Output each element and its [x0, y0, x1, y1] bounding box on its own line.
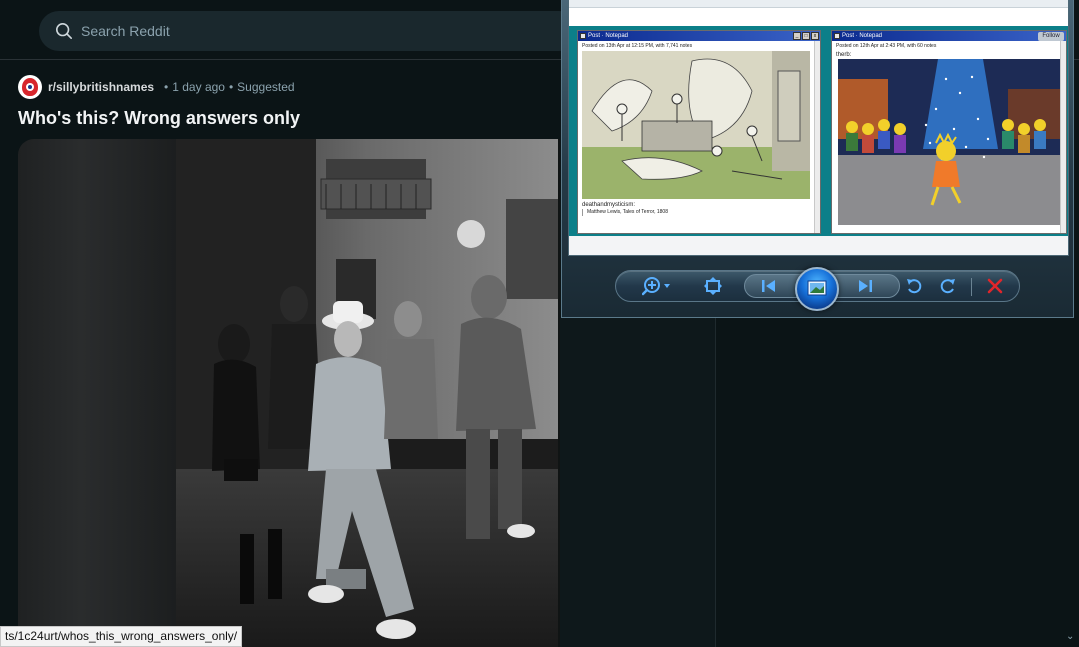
notepad-window-left: Post · Notepad _ □ x Posted on 13th Apr …	[577, 30, 821, 234]
search-bar[interactable]	[39, 11, 579, 51]
search-icon	[55, 22, 73, 40]
rotate-counterclockwise-icon	[907, 279, 922, 294]
notepad-screenshot: Post · Notepad _ □ x Posted on 13th Apr …	[569, 26, 1068, 236]
scroll-down-icon[interactable]: ⌄	[1066, 632, 1076, 642]
post-title[interactable]: Who's this? Wrong answers only	[18, 108, 300, 129]
simpsons-illustration	[838, 59, 1060, 225]
rotate-clockwise-icon	[940, 279, 955, 294]
post-media[interactable]	[18, 139, 560, 647]
close-icon: x	[811, 32, 819, 40]
zoom-icon	[642, 277, 670, 296]
notepad-title-left: Post · Notepad	[588, 33, 629, 39]
viewer-bottom-strip	[569, 236, 1068, 255]
post-image[interactable]	[176, 139, 558, 647]
notepad-icon	[580, 33, 586, 39]
notepad-titlebar-right: Post · Notepad Follow	[832, 31, 1066, 41]
skeletons-illustration	[582, 51, 810, 199]
status-bar-url: ts/1c24urt/whos_this_wrong_answers_only/	[0, 626, 243, 647]
media-blur-background	[18, 139, 176, 647]
next-button[interactable]	[850, 271, 880, 301]
post-meta: r/sillybritishnames • 1 day ago • Sugges…	[18, 75, 295, 99]
notepad-scrollbar-right	[1060, 41, 1066, 233]
follow-button: Follow	[1038, 32, 1064, 41]
minimize-icon: _	[793, 32, 801, 40]
toolbar-divider	[971, 278, 972, 296]
notepad-icon	[834, 33, 840, 39]
viewer-image-area[interactable]: Post · Notepad _ □ x Posted on 13th Apr …	[568, 0, 1069, 256]
previous-button[interactable]	[754, 271, 784, 301]
delete-button[interactable]	[980, 271, 1010, 301]
window-controls: _ □ x	[793, 32, 819, 40]
rotate-counterclockwise-button[interactable]	[900, 271, 928, 301]
post-caption-left: Matthew Lewis, Tales of Terror, 1808	[582, 209, 820, 216]
separator-dot: •	[164, 80, 169, 94]
delete-icon	[987, 278, 1003, 294]
maximize-icon: □	[802, 32, 810, 40]
separator-dot: •	[228, 80, 234, 94]
subreddit-avatar[interactable]	[18, 75, 42, 99]
previous-icon	[762, 280, 775, 292]
photo-viewer-window: Post · Notepad _ □ x Posted on 13th Apr …	[561, 0, 1074, 318]
post-date-left: Posted on 13th Apr at 12:15 PM, with 7,7…	[582, 43, 693, 49]
screen: r/sillybritishnames • 1 day ago • Sugges…	[0, 0, 1079, 647]
viewer-toolbar	[615, 267, 1020, 311]
notepad-titlebar-left: Post · Notepad _ □ x	[578, 31, 820, 41]
slideshow-icon	[807, 280, 827, 296]
subreddit-link[interactable]: r/sillybritishnames	[48, 80, 154, 94]
notepad-window-right: Post · Notepad Follow Posted on 12th Apr…	[831, 30, 1067, 234]
notepad-scrollbar-left	[814, 41, 820, 233]
notepad-title-right: Post · Notepad	[842, 33, 883, 39]
zoom-button[interactable]	[638, 271, 678, 301]
post-date-right: Posted on 12th Apr at 2:43 PM, with 60 n…	[836, 43, 937, 49]
slideshow-button[interactable]	[795, 267, 839, 311]
viewer-top-strip	[569, 0, 1068, 8]
next-icon	[859, 280, 872, 292]
rotate-clockwise-button[interactable]	[934, 271, 962, 301]
search-input[interactable]	[81, 11, 561, 51]
actual-size-button[interactable]	[698, 271, 728, 301]
suggested-tag: Suggested	[237, 80, 295, 94]
post-text-left: deathandmysticism:	[582, 202, 636, 208]
post-text-right: therb:	[836, 52, 852, 58]
reddit-feed-column	[560, 318, 716, 647]
actual-size-icon	[704, 277, 722, 295]
post-age: 1 day ago	[172, 80, 225, 94]
